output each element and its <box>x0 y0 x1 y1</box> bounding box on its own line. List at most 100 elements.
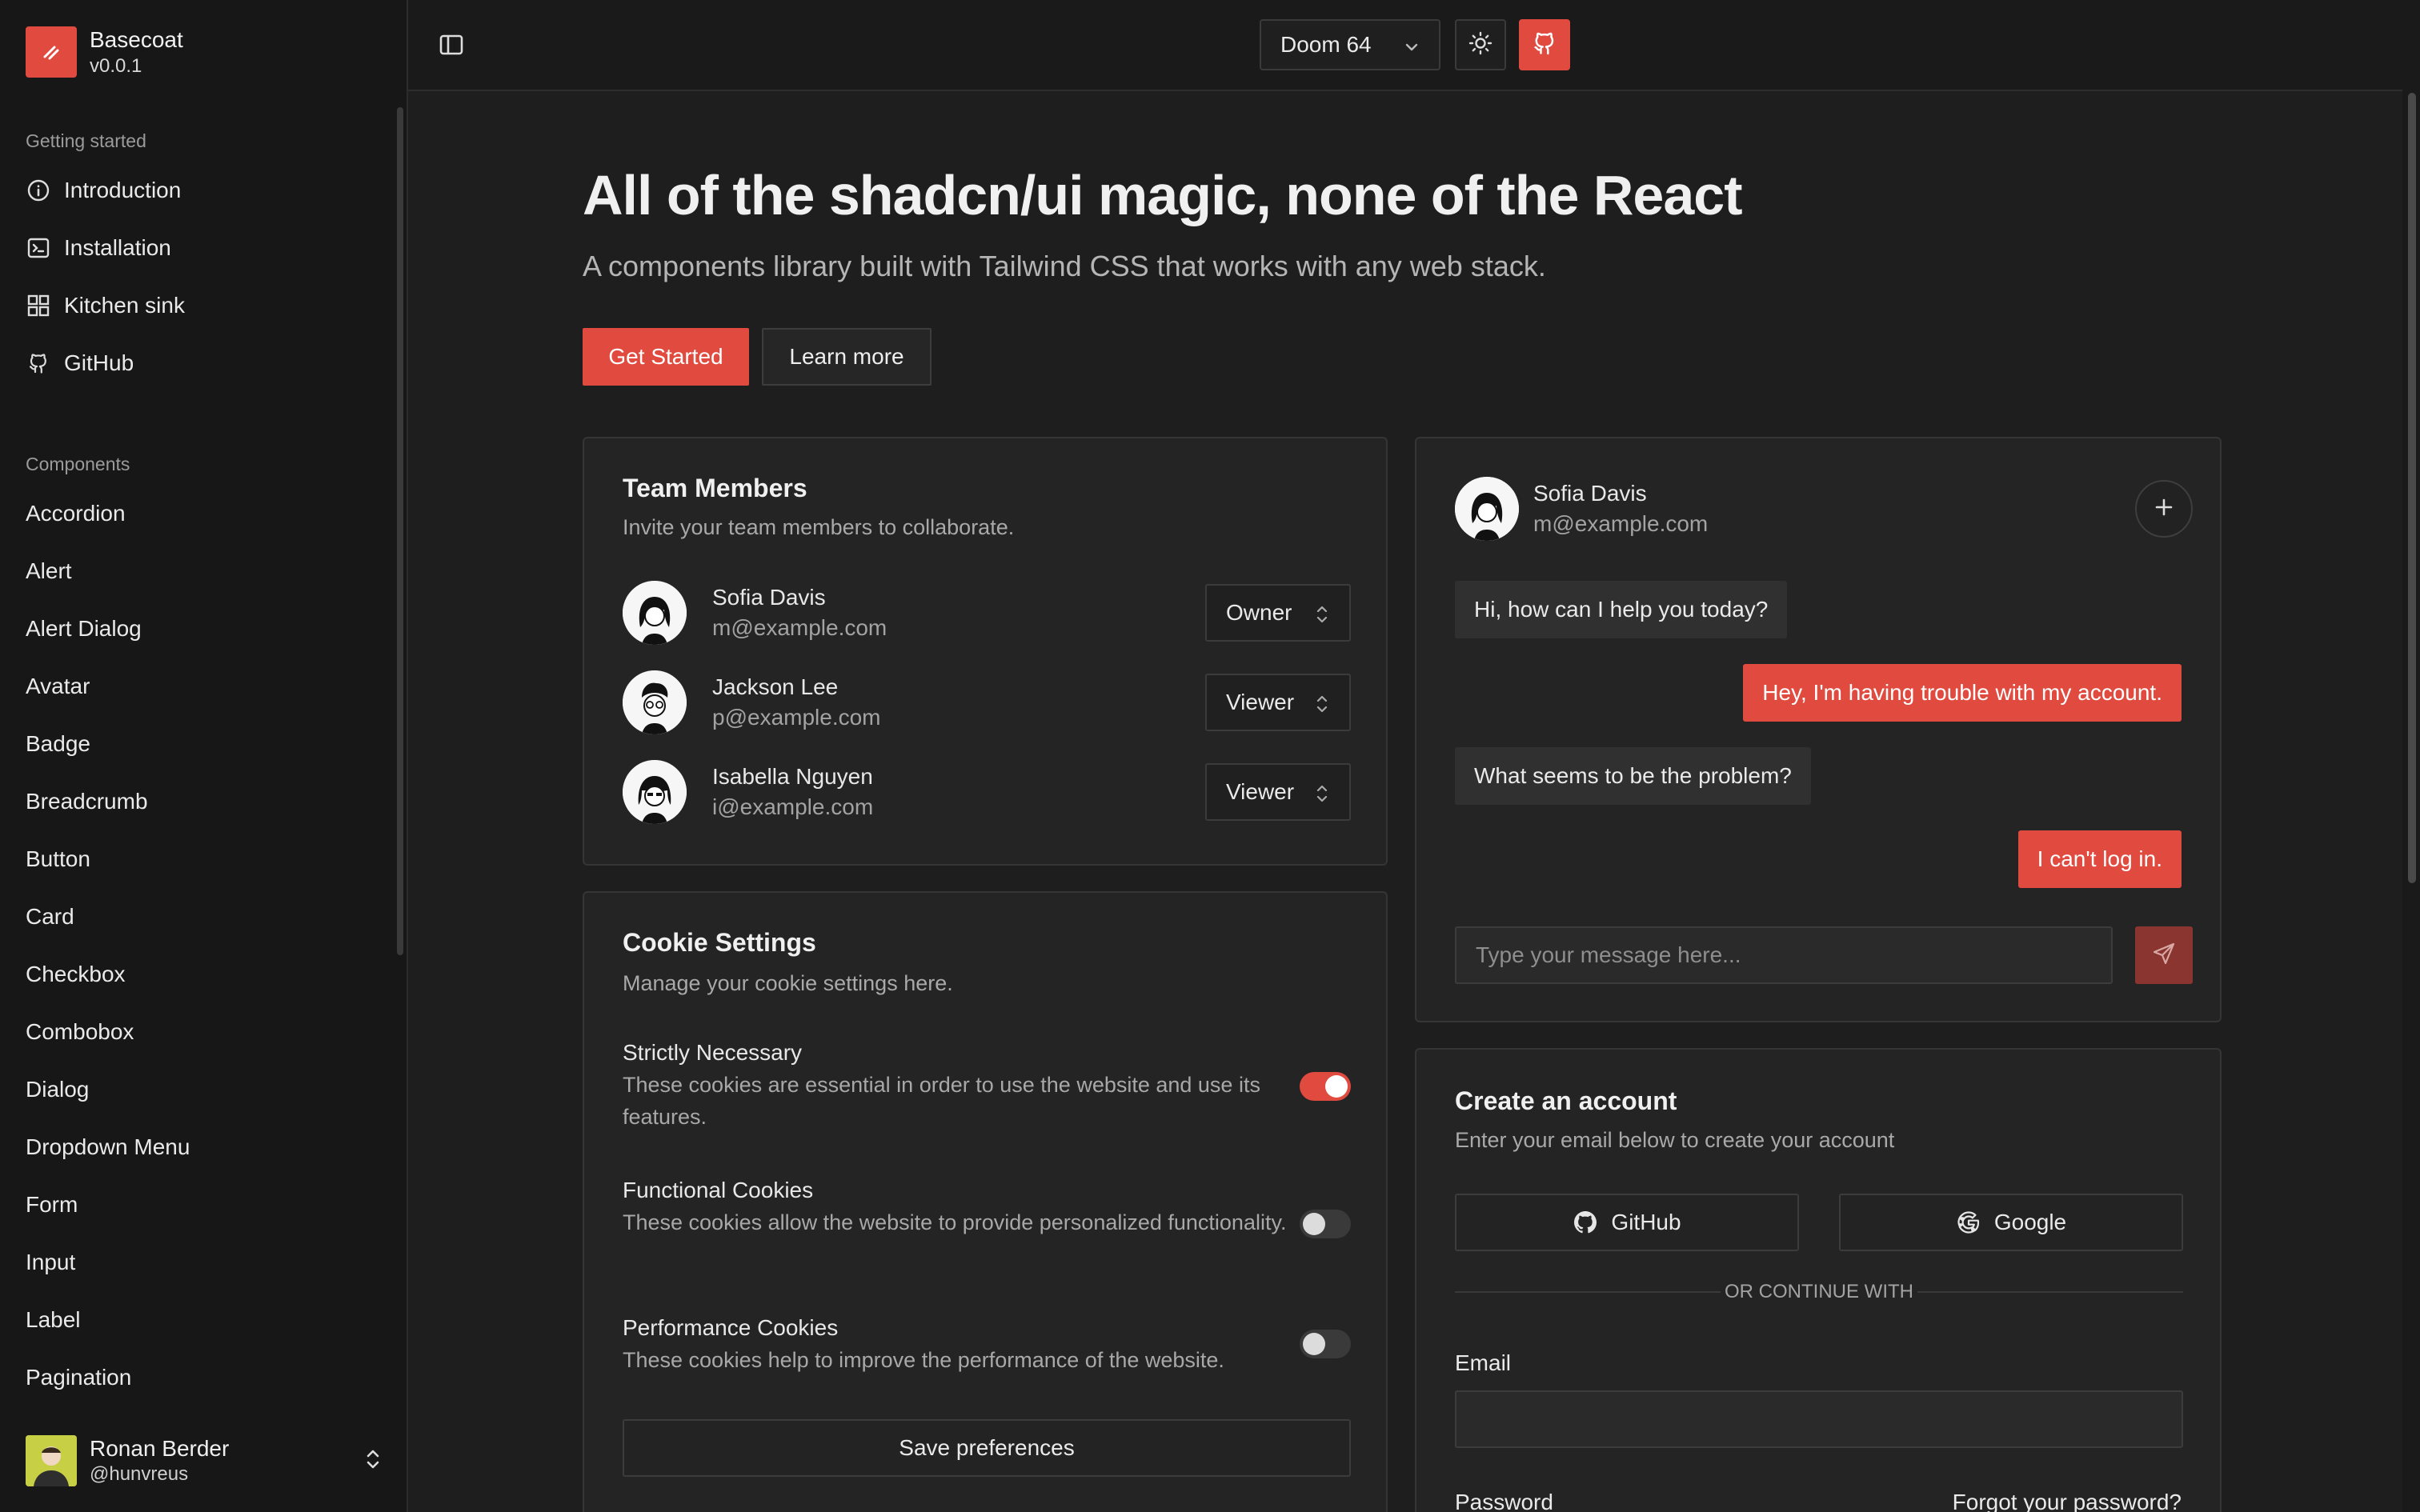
save-preferences-button[interactable]: Save preferences <box>623 1419 1351 1477</box>
sidebar-item-avatar[interactable]: Avatar <box>0 658 397 715</box>
chat-contact-name: Sofia Davis <box>1533 481 1647 506</box>
brand-version: v0.0.1 <box>90 55 142 77</box>
sidebar-nav: Getting started Introduction Installatio… <box>0 112 397 1392</box>
new-message-button[interactable] <box>2135 480 2193 538</box>
google-login-button[interactable]: Google <box>1839 1194 2183 1251</box>
sidebar-item-input[interactable]: Input <box>0 1234 397 1291</box>
sidebar-item-checkbox[interactable]: Checkbox <box>0 946 397 1003</box>
chevrons-up-down-icon <box>1314 782 1330 810</box>
sidebar-scrollbar[interactable] <box>397 107 403 955</box>
strictly-necessary-toggle[interactable] <box>1300 1072 1351 1101</box>
sidebar-item-label-component[interactable]: Label <box>0 1291 397 1349</box>
sidebar-item-alert-dialog[interactable]: Alert Dialog <box>0 600 397 658</box>
sidebar-item-label: Dropdown Menu <box>26 1134 190 1159</box>
cookie-option-description: These cookies are essential in order to … <box>623 1073 1260 1129</box>
learn-more-button[interactable]: Learn more <box>762 328 932 386</box>
functional-cookies-toggle[interactable] <box>1300 1210 1351 1238</box>
sidebar-item-label: Combobox <box>26 1019 134 1044</box>
sidebar-item-label: Checkbox <box>26 962 126 986</box>
sun-icon <box>1468 30 1493 60</box>
sidebar-item-card[interactable]: Card <box>0 888 397 946</box>
main-scrollbar-thumb[interactable] <box>2408 93 2416 883</box>
sidebar-item-dropdown-menu[interactable]: Dropdown Menu <box>0 1118 397 1176</box>
github-login-button[interactable]: GitHub <box>1455 1194 1799 1251</box>
role-select[interactable]: Viewer <box>1205 763 1351 821</box>
divider-label: OR CONTINUE WITH <box>1721 1278 1917 1306</box>
brand[interactable]: Basecoat v0.0.1 <box>26 26 183 78</box>
cookie-option-strictly-necessary: Strictly Necessary These cookies are ess… <box>623 1037 1351 1133</box>
chat-card: Sofia Davis m@example.com Hi, how can I … <box>1415 437 2222 1022</box>
sidebar-item-form[interactable]: Form <box>0 1176 397 1234</box>
sidebar-item-kitchen-sink[interactable]: Kitchen sink <box>0 277 397 334</box>
toggle-knob <box>1303 1213 1325 1235</box>
user-avatar <box>26 1435 77 1486</box>
sidebar-item-dialog[interactable]: Dialog <box>0 1061 397 1118</box>
chat-message-incoming: What seems to be the problem? <box>1455 747 1811 805</box>
sidebar-item-introduction[interactable]: Introduction <box>0 162 397 219</box>
member-email: p@example.com <box>712 705 881 730</box>
user-menu[interactable]: Ronan Berder @hunvreus <box>26 1432 384 1490</box>
password-label: Password <box>1455 1490 1553 1512</box>
sidebar-item-pagination[interactable]: Pagination <box>0 1349 397 1392</box>
sidebar-item-label: Badge <box>26 731 90 756</box>
grid-icon <box>26 293 51 318</box>
cookie-option-functional: Functional Cookies These cookies allow t… <box>623 1174 1351 1238</box>
google-icon <box>1956 1210 1981 1235</box>
forgot-password-link[interactable]: Forgot your password? <box>1953 1490 2182 1512</box>
sidebar-item-label: Dialog <box>26 1077 90 1102</box>
sidebar-toggle-icon[interactable] <box>437 30 466 59</box>
role-select-value: Owner <box>1226 600 1292 625</box>
role-select[interactable]: Owner <box>1205 584 1351 642</box>
plus-icon <box>2154 497 2174 522</box>
member-email: i@example.com <box>712 794 874 819</box>
github-icon <box>1531 30 1558 61</box>
chat-header: Sofia Davis m@example.com <box>1455 477 1708 541</box>
member-name: Isabella Nguyen <box>712 764 873 789</box>
member-name: Sofia Davis <box>712 585 826 610</box>
email-field[interactable] <box>1455 1390 2183 1448</box>
sidebar-item-combobox[interactable]: Combobox <box>0 1003 397 1061</box>
sidebar-item-installation[interactable]: Installation <box>0 219 397 277</box>
toggle-knob <box>1303 1333 1325 1355</box>
sidebar-item-accordion[interactable]: Accordion <box>0 485 397 542</box>
sidebar-item-breadcrumb[interactable]: Breadcrumb <box>0 773 397 830</box>
chat-message-incoming: Hi, how can I help you today? <box>1455 581 1788 638</box>
page-title: All of the shadcn/ui magic, none of the … <box>583 164 1743 226</box>
sidebar-item-badge[interactable]: Badge <box>0 715 397 773</box>
sidebar-item-label: Accordion <box>26 501 126 526</box>
sidebar-item-label: Card <box>26 904 74 929</box>
performance-cookies-toggle[interactable] <box>1300 1330 1351 1358</box>
user-name: Ronan Berder <box>90 1436 230 1461</box>
member-name: Jackson Lee <box>712 674 839 699</box>
role-select[interactable]: Viewer <box>1205 674 1351 731</box>
group-label-getting-started: Getting started <box>26 130 146 151</box>
github-button[interactable] <box>1519 19 1570 70</box>
theme-mode-button[interactable] <box>1455 19 1506 70</box>
chat-message-outgoing: I can't log in. <box>2017 830 2182 888</box>
chat-input-placeholder: Type your message here... <box>1476 942 1741 967</box>
team-member-row: Isabella Nguyen i@example.com Viewer <box>623 758 1351 826</box>
sidebar-item-alert[interactable]: Alert <box>0 542 397 600</box>
page-subtitle: A components library built with Tailwind… <box>583 250 1546 282</box>
cookie-option-description: These cookies allow the website to provi… <box>623 1210 1287 1234</box>
avatar <box>623 670 687 734</box>
card-description: Manage your cookie settings here. <box>623 971 953 995</box>
avatar <box>623 760 687 824</box>
sidebar-item-label: Pagination <box>26 1365 132 1390</box>
sidebar-item-label: Button <box>26 846 90 871</box>
send-button[interactable] <box>2135 926 2193 984</box>
chevrons-up-down-icon <box>1314 693 1330 721</box>
sidebar-item-github[interactable]: GitHub <box>0 334 397 392</box>
get-started-button[interactable]: Get Started <box>583 328 749 386</box>
sidebar-item-button[interactable]: Button <box>0 830 397 888</box>
github-icon <box>1573 1210 1598 1235</box>
chevrons-up-down-icon <box>362 1446 384 1476</box>
chat-message-input[interactable]: Type your message here... <box>1455 926 2113 984</box>
theme-select-value: Doom 64 <box>1280 32 1372 57</box>
sidebar-item-label: Input <box>26 1250 76 1274</box>
topbar: Doom 64 <box>408 0 2420 91</box>
sidebar-item-label: Label <box>26 1307 81 1332</box>
member-email: m@example.com <box>712 615 887 640</box>
main-scrollbar[interactable] <box>2402 0 2420 1512</box>
theme-select[interactable]: Doom 64 <box>1260 19 1440 70</box>
